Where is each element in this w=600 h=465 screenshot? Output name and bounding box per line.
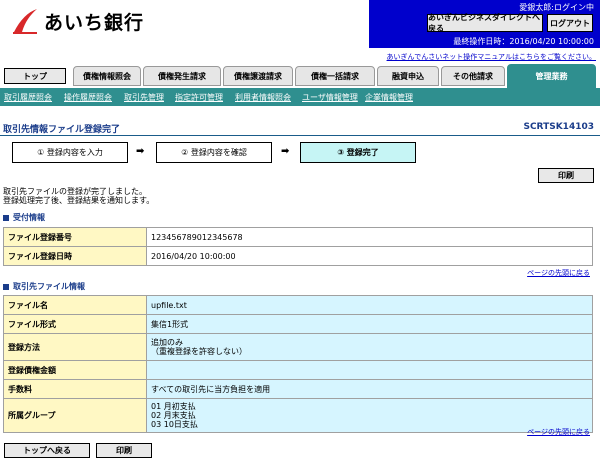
tab-bond-bulk[interactable]: 債権一括請求 <box>295 66 375 86</box>
table-row: ファイル形式 集信1形式 <box>3 314 593 334</box>
section-marker-icon <box>3 283 9 290</box>
table-row: 所属グループ 01 月初支払 02 月末支払 03 10日支払 <box>3 398 593 433</box>
bank-name: あいち銀行 <box>44 11 145 34</box>
step-complete: ③ 登録完了 <box>300 142 416 163</box>
file-info-heading-text: 取引先ファイル情報 <box>13 282 85 291</box>
subnav-partner-management[interactable]: 取引先管理 <box>124 92 164 103</box>
bond-amount-value <box>146 360 593 380</box>
fee-label: 手数料 <box>3 379 147 399</box>
tab-bond-issue[interactable]: 債権発生請求 <box>143 66 221 86</box>
reception-label-2: ファイル登録日時 <box>3 246 147 266</box>
page-top-link-1[interactable]: ページの先頭に戻る <box>527 268 590 278</box>
group-label: 所属グループ <box>3 398 147 433</box>
table-row: ファイル名 upfile.txt <box>3 295 593 315</box>
table-row: 手数料 すべての取引先に当方負担を適用 <box>3 379 593 399</box>
subnav-transaction-history[interactable]: 取引履歴照会 <box>4 92 52 103</box>
step-confirm: ② 登録内容を確認 <box>156 142 272 163</box>
print-button-bottom[interactable]: 印刷 <box>96 443 152 458</box>
tab-management[interactable]: 管理業務 <box>507 64 596 88</box>
subnav-user-info-inquiry[interactable]: 利用者情報照会 <box>235 92 291 103</box>
tab-top[interactable]: トップ <box>4 68 66 84</box>
page-top-link-2[interactable]: ページの先頭に戻る <box>527 427 590 437</box>
print-button-top[interactable]: 印刷 <box>538 168 594 183</box>
group-value: 01 月初支払 02 月末支払 03 10日支払 <box>146 398 593 433</box>
table-row: 登録方法 追加のみ （重複登録を許容しない） <box>3 333 593 361</box>
sub-navigation: 取引履歴照会 操作履歴照会 取引先管理 指定許可管理 利用者情報照会 ユーザ情報… <box>0 88 600 106</box>
reception-heading-text: 受付情報 <box>13 213 45 222</box>
subnav-operation-history[interactable]: 操作履歴照会 <box>64 92 112 103</box>
bank-logo: あいち銀行 <box>10 6 144 36</box>
business-direct-button[interactable]: あいぎんビジネスダイレクトへ戻る <box>427 13 543 33</box>
file-info-table: ファイル名 upfile.txt ファイル形式 集信1形式 登録方法 追加のみ … <box>3 295 593 433</box>
fee-value: すべての取引先に当方負担を適用 <box>146 379 593 399</box>
file-name-label: ファイル名 <box>3 295 147 315</box>
table-row: ファイル登録日時 2016/04/20 10:00:00 <box>3 246 593 266</box>
subnav-permission-management[interactable]: 指定許可管理 <box>175 92 223 103</box>
tab-other-requests[interactable]: その他請求 <box>441 66 505 86</box>
completion-message-line2: 登録処理完了後、登録結果を通知します。 <box>3 196 155 205</box>
file-name-value: upfile.txt <box>146 295 593 315</box>
table-row: ファイル登録番号 123456789012345678 <box>3 227 593 247</box>
table-row: 登録債権金額 <box>3 360 593 380</box>
bank-logo-icon <box>13 9 37 34</box>
step-arrow-icon: ➡ <box>136 146 145 157</box>
page-title: 取引先情報ファイル登録完了 <box>3 125 121 135</box>
step-arrow-icon: ➡ <box>281 146 290 157</box>
subnav-user-info-management[interactable]: ユーザ情報管理 <box>302 92 358 103</box>
file-format-value: 集信1形式 <box>146 314 593 334</box>
file-format-label: ファイル形式 <box>3 314 147 334</box>
reception-value-1: 123456789012345678 <box>146 227 593 247</box>
register-method-label: 登録方法 <box>3 333 147 361</box>
file-info-heading: 取引先ファイル情報 <box>3 281 85 292</box>
screen-code: SCRTSK14103 <box>523 122 594 132</box>
tab-bond-transfer[interactable]: 債権譲渡請求 <box>223 66 293 86</box>
completion-message-line1: 取引先ファイルの登録が完了しました。 <box>3 187 147 196</box>
register-method-value: 追加のみ （重複登録を許容しない） <box>146 333 593 361</box>
reception-label-1: ファイル登録番号 <box>3 227 147 247</box>
section-marker-icon <box>3 214 9 221</box>
tab-bond-inquiry[interactable]: 債権情報照会 <box>73 66 141 86</box>
tab-financing[interactable]: 融資申込 <box>377 66 439 86</box>
logout-button[interactable]: ログアウト <box>547 14 593 32</box>
back-to-top-button[interactable]: トップへ戻る <box>4 443 90 458</box>
reception-table: ファイル登録番号 123456789012345678 ファイル登録日時 201… <box>3 227 593 266</box>
reception-heading: 受付情報 <box>3 212 45 223</box>
subnav-company-info-management[interactable]: 企業情報管理 <box>365 92 413 103</box>
reception-value-2: 2016/04/20 10:00:00 <box>146 246 593 266</box>
main-tabs: トップ 債権情報照会 債権発生請求 債権譲渡請求 債権一括請求 融資申込 その他… <box>4 64 596 88</box>
page-header: あいち銀行 愛銀太郎:ログイン中 最終操作日時：2016/04/20 10:00… <box>0 0 600 61</box>
manual-link[interactable]: あいぎんでんさいネット操作マニュアルはこちらをご覧ください。 <box>387 52 596 62</box>
bond-amount-label: 登録債権金額 <box>3 360 147 380</box>
last-operation-time: 最終操作日時：2016/04/20 10:00:00 <box>453 37 594 46</box>
page-title-bar: 取引先情報ファイル登録完了 SCRTSK14103 <box>0 122 600 136</box>
step-input: ① 登録内容を入力 <box>12 142 128 163</box>
